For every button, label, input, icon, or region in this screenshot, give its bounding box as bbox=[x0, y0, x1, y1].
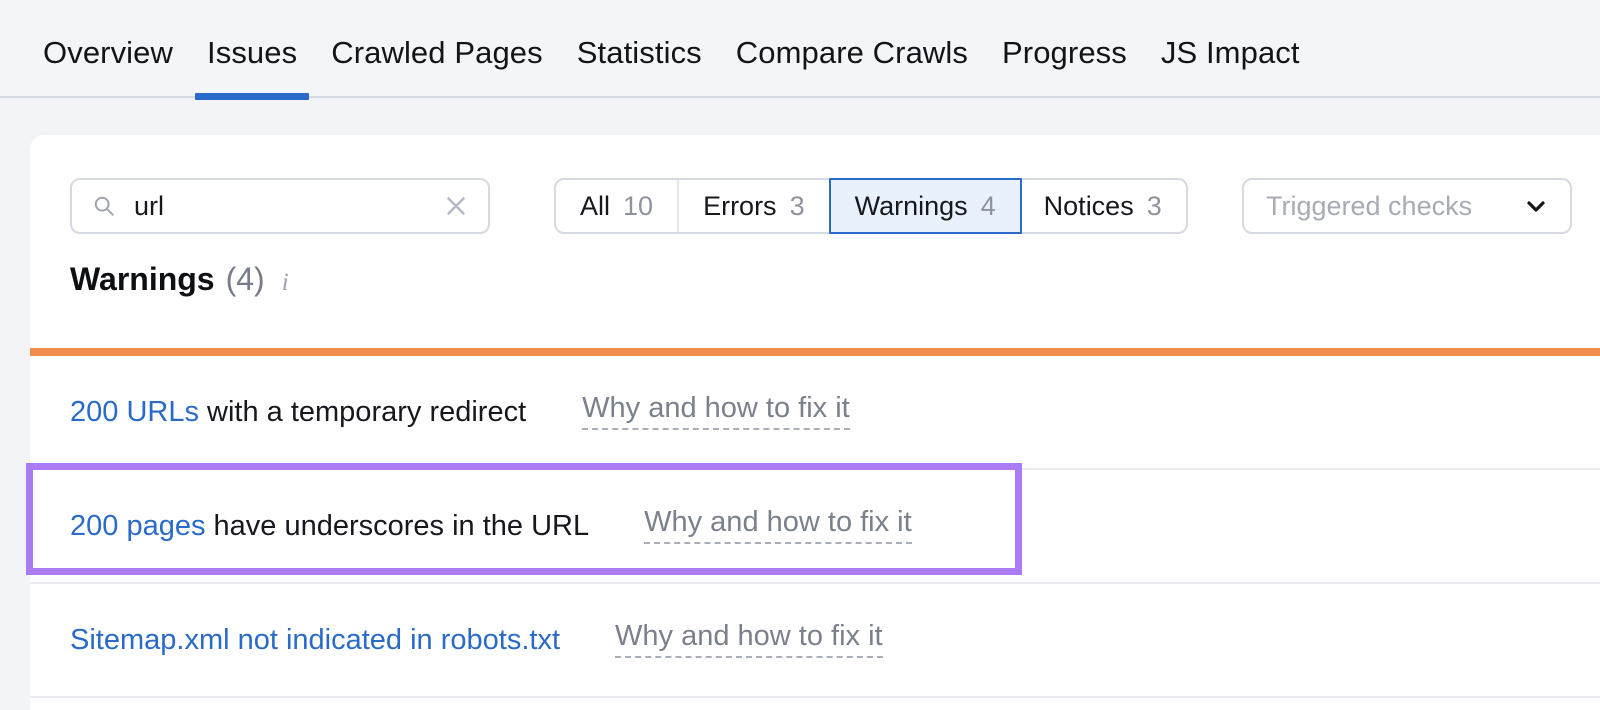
filter-warnings[interactable]: Warnings 4 bbox=[828, 178, 1022, 234]
table-row[interactable]: 200 URLs with a temporary redirect Why a… bbox=[30, 356, 1600, 470]
issues-panel: All 10 Errors 3 Warnings 4 Notices 3 Tri… bbox=[30, 135, 1600, 710]
tab-issues-label: Issues bbox=[207, 35, 298, 70]
issues-toolbar: All 10 Errors 3 Warnings 4 Notices 3 Tri… bbox=[30, 135, 1600, 250]
why-and-how-to-fix-it-link[interactable]: Why and how to fix it bbox=[615, 622, 883, 658]
why-and-how-to-fix-it-link[interactable]: Why and how to fix it bbox=[582, 394, 850, 430]
issue-text: Sitemap.xml not indicated in robots.txt bbox=[70, 624, 560, 656]
issue-count-link[interactable]: 200 pages bbox=[70, 510, 205, 542]
section-header: Warnings (4) i bbox=[70, 263, 289, 295]
triggered-checks-label: Triggered checks bbox=[1266, 190, 1473, 221]
tab-list: Overview Issues Crawled Pages Statistics… bbox=[0, 0, 1600, 100]
chevron-down-icon bbox=[1527, 201, 1545, 212]
tab-compare-crawls[interactable]: Compare Crawls bbox=[719, 37, 985, 98]
info-icon[interactable]: i bbox=[282, 270, 289, 295]
close-icon[interactable] bbox=[444, 194, 468, 218]
triggered-checks-dropdown[interactable]: Triggered checks bbox=[1242, 178, 1572, 234]
tab-crawled-pages-label: Crawled Pages bbox=[331, 35, 543, 70]
tab-js-impact-label: JS Impact bbox=[1160, 35, 1300, 70]
issue-count-link[interactable]: 200 URLs bbox=[70, 396, 199, 428]
filter-errors-label: Errors bbox=[703, 190, 777, 221]
tab-js-impact[interactable]: JS Impact bbox=[1144, 37, 1317, 98]
search-input[interactable] bbox=[134, 190, 444, 222]
issue-description: have underscores in the URL bbox=[205, 509, 590, 542]
filter-notices[interactable]: Notices 3 bbox=[1020, 180, 1186, 232]
section-count: (4) bbox=[225, 261, 265, 297]
issue-description: with a temporary redirect bbox=[198, 395, 527, 428]
filter-notices-count: 3 bbox=[1146, 190, 1162, 221]
tab-statistics[interactable]: Statistics bbox=[560, 37, 719, 98]
filter-errors[interactable]: Errors 3 bbox=[679, 180, 831, 232]
issue-count-link[interactable]: Sitemap.xml not indicated in robots.txt bbox=[70, 624, 560, 656]
tab-issues[interactable]: Issues bbox=[190, 35, 314, 100]
issue-text: 200 pages have underscores in the URL bbox=[70, 509, 590, 542]
tab-progress-label: Progress bbox=[1002, 35, 1127, 70]
filter-errors-count: 3 bbox=[789, 190, 805, 221]
top-tab-bar: Overview Issues Crawled Pages Statistics… bbox=[0, 0, 1600, 100]
filter-warnings-count: 4 bbox=[980, 190, 996, 221]
tab-compare-crawls-label: Compare Crawls bbox=[735, 35, 969, 70]
why-and-how-to-fix-it-link[interactable]: Why and how to fix it bbox=[644, 508, 912, 544]
table-row[interactable]: 200 pages have underscores in the URL Wh… bbox=[30, 470, 1600, 584]
filter-warnings-label: Warnings bbox=[854, 190, 968, 221]
tab-statistics-label: Statistics bbox=[576, 35, 702, 70]
issue-text: 200 URLs with a temporary redirect bbox=[70, 395, 527, 428]
severity-filter-group: All 10 Errors 3 Warnings 4 Notices 3 bbox=[554, 178, 1188, 234]
tab-crawled-pages[interactable]: Crawled Pages bbox=[314, 37, 560, 98]
tab-overview[interactable]: Overview bbox=[26, 37, 190, 98]
severity-accent-bar bbox=[30, 348, 1600, 356]
filter-all-count: 10 bbox=[623, 190, 654, 221]
tab-overview-label: Overview bbox=[43, 35, 173, 70]
table-row[interactable]: Sitemap.xml not indicated in robots.txt … bbox=[30, 584, 1600, 698]
search-icon bbox=[94, 196, 114, 216]
tab-progress[interactable]: Progress bbox=[985, 37, 1144, 98]
filter-all-label: All bbox=[580, 190, 611, 221]
section-title: Warnings bbox=[70, 261, 215, 297]
filter-all[interactable]: All 10 bbox=[556, 180, 680, 232]
search-field[interactable] bbox=[70, 178, 490, 234]
issues-list: 200 URLs with a temporary redirect Why a… bbox=[30, 356, 1600, 698]
filter-notices-label: Notices bbox=[1043, 190, 1134, 221]
